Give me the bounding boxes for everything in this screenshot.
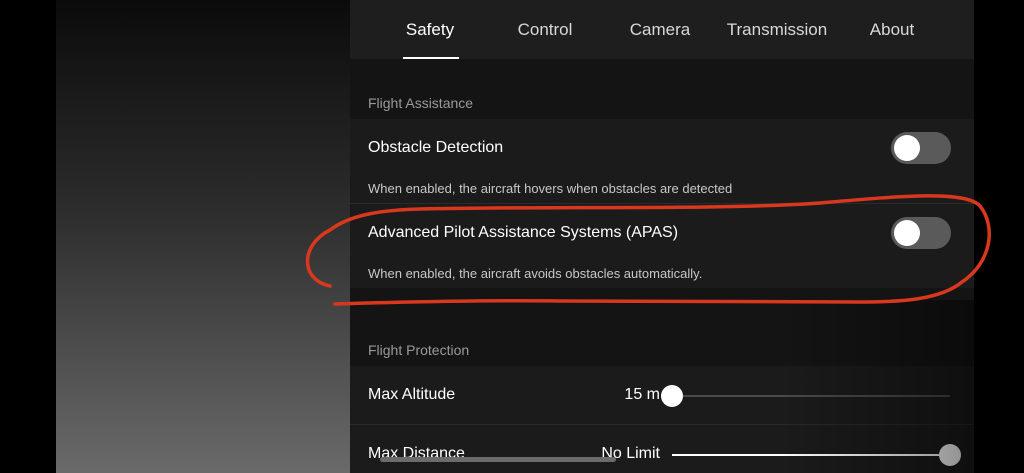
section-title-flight-assistance: Flight Assistance: [368, 95, 474, 111]
tab-safety[interactable]: Safety: [390, 0, 470, 59]
max-altitude-value: 15 m: [624, 386, 660, 403]
obstacle-detection-row: Obstacle Detection When enabled, the air…: [350, 119, 974, 203]
max-altitude-slider-thumb[interactable]: [661, 385, 683, 407]
screen-edge: [974, 0, 1024, 473]
tab-control[interactable]: Control: [505, 0, 585, 59]
apas-title: Advanced Pilot Assistance Systems (APAS): [368, 224, 679, 241]
camera-preview: [56, 0, 350, 473]
section-title-flight-protection: Flight Protection: [368, 342, 470, 358]
apas-row: Advanced Pilot Assistance Systems (APAS)…: [350, 204, 974, 288]
scroll-indicator[interactable]: [380, 457, 616, 462]
active-tab-indicator: [403, 57, 459, 59]
apas-toggle[interactable]: [891, 217, 951, 249]
max-altitude-label: Max Altitude: [368, 386, 456, 403]
max-distance-track[interactable]: [672, 454, 950, 456]
max-altitude-track[interactable]: [672, 395, 950, 397]
obstacle-detection-description: When enabled, the aircraft hovers when o…: [368, 181, 733, 196]
obstacle-detection-title: Obstacle Detection: [368, 139, 504, 156]
settings-panel: Safety Control Camera Transmission About…: [350, 0, 974, 473]
settings-tab-bar: Safety Control Camera Transmission About: [350, 0, 974, 59]
toggle-knob: [894, 220, 920, 246]
toggle-knob: [894, 135, 920, 161]
max-distance-slider-thumb[interactable]: [939, 444, 961, 466]
tab-camera[interactable]: Camera: [620, 0, 700, 59]
apas-description: When enabled, the aircraft avoids obstac…: [368, 266, 703, 281]
obstacle-detection-toggle[interactable]: [891, 132, 951, 164]
max-altitude-row: Max Altitude 15 m: [350, 366, 974, 424]
max-distance-row: Max Distance No Limit: [350, 425, 974, 473]
tab-about[interactable]: About: [852, 0, 932, 59]
tab-transmission[interactable]: Transmission: [720, 0, 834, 59]
